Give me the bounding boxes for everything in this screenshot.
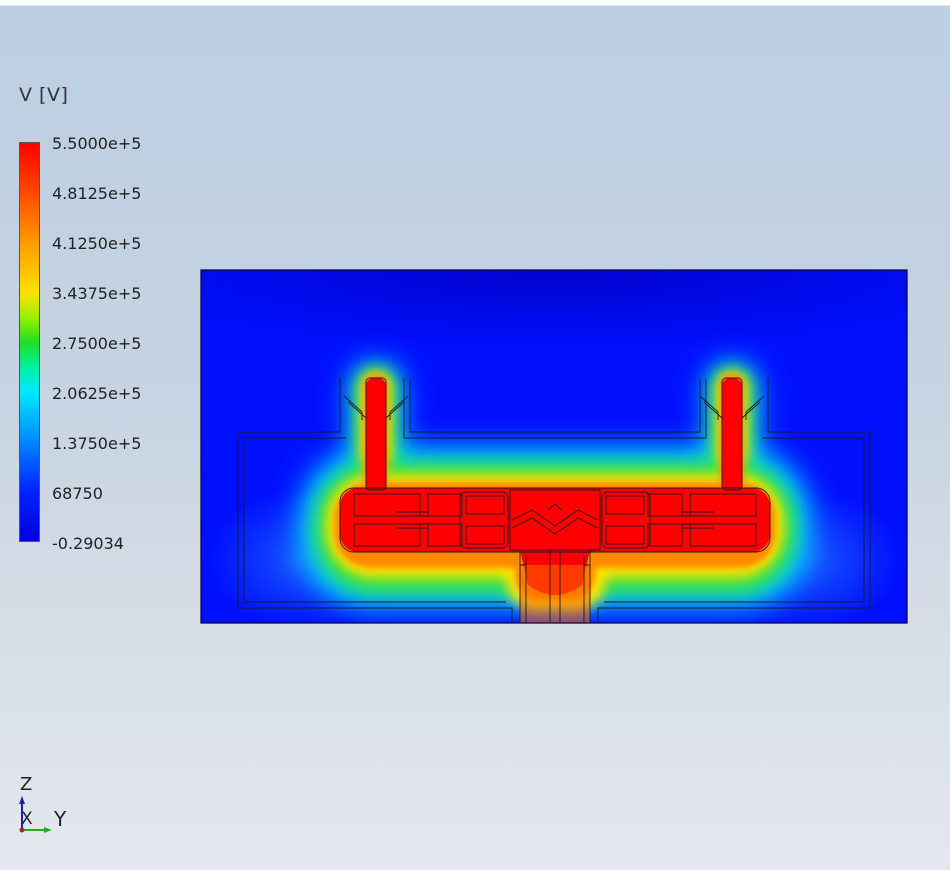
triad-z-label: Z [20, 774, 33, 795]
contour-field [201, 270, 907, 623]
y-axis-arrow [44, 827, 52, 833]
graphics-viewport[interactable]: V [V] 5.5000e+5 4.8125e+5 4.1250e+5 3.43… [0, 0, 950, 870]
triad-x-label: X [21, 809, 33, 829]
voltage-contour-plot[interactable] [0, 0, 950, 870]
triad-y-label: Y [54, 807, 67, 831]
z-axis-arrow [19, 796, 25, 804]
